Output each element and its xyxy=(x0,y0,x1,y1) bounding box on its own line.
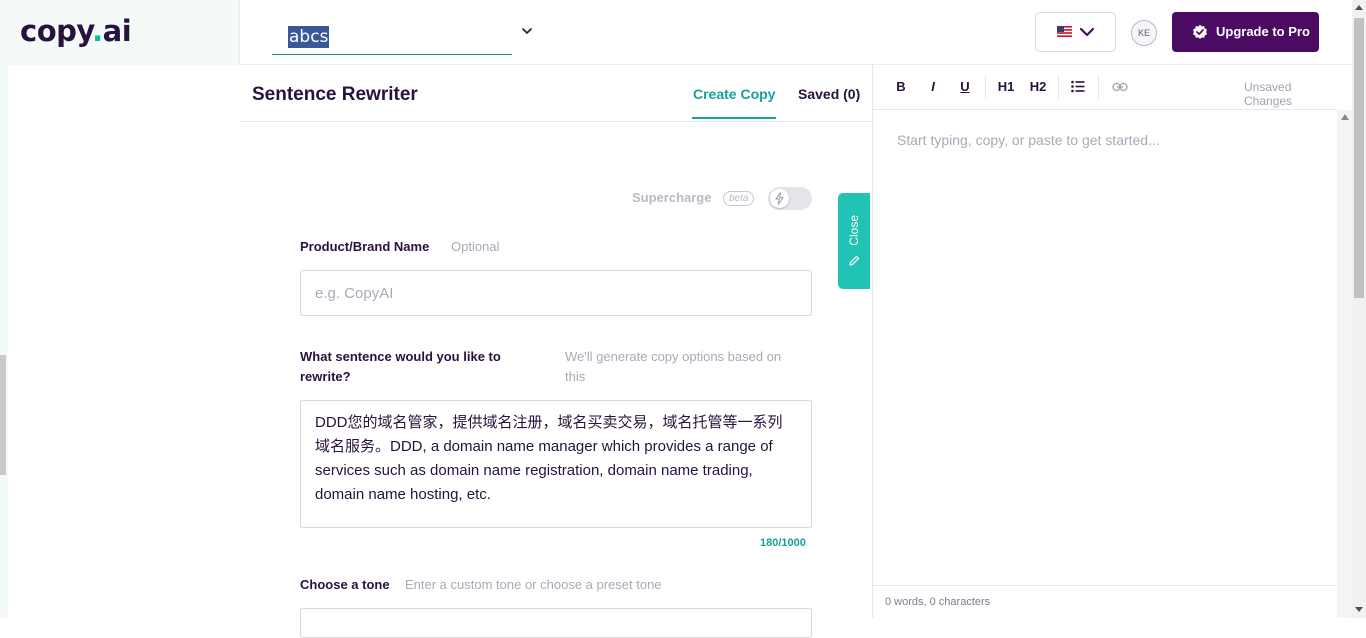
tab-saved[interactable]: Saved (0) xyxy=(798,86,860,102)
logo-dot: . xyxy=(92,14,103,48)
top-bar: copy.ai abcs KE Upgrade to Pro xyxy=(0,0,1352,65)
editor-scrollbar[interactable] xyxy=(1337,110,1353,618)
lightning-icon xyxy=(775,192,784,205)
sentence-label-line2: rewrite? xyxy=(300,369,351,384)
pencil-icon xyxy=(849,255,860,266)
scrollbar-thumb[interactable] xyxy=(1354,18,1364,298)
project-name-input[interactable]: abcs xyxy=(272,22,512,55)
heading2-button[interactable]: H2 xyxy=(1027,78,1049,96)
toolbar-divider xyxy=(985,75,986,99)
scroll-up-arrow[interactable] xyxy=(1355,5,1363,10)
bullet-list-icon[interactable] xyxy=(1071,80,1085,93)
tone-label: Choose a tone xyxy=(300,577,390,592)
upgrade-to-pro-button[interactable]: Upgrade to Pro xyxy=(1172,12,1319,52)
project-name-text[interactable]: abcs xyxy=(288,26,330,48)
left-scrollbar[interactable] xyxy=(0,355,6,475)
logo-text: copy xyxy=(20,14,93,48)
editor-content[interactable]: Start typing, copy, or paste to get star… xyxy=(897,132,1160,148)
tone-hint: Enter a custom tone or choose a preset t… xyxy=(405,577,662,592)
close-panel-tab[interactable]: Close xyxy=(838,193,870,289)
page-title: Sentence Rewriter xyxy=(252,84,418,105)
editor-footer: 0 words, 0 characters xyxy=(873,585,1337,618)
brand-name-hint: Optional xyxy=(451,239,500,254)
scroll-down-arrow[interactable] xyxy=(1355,607,1363,612)
editor-panel: B I U H1 H2 Unsaved Changes Start typing… xyxy=(872,65,1353,618)
supercharge-label: Supercharge xyxy=(632,190,712,205)
beta-badge: beta xyxy=(723,191,755,206)
avatar[interactable]: KE xyxy=(1131,20,1157,46)
toolbar-divider xyxy=(1098,75,1099,99)
toggle-knob xyxy=(770,189,789,208)
italic-button[interactable]: I xyxy=(925,78,941,96)
us-flag-icon xyxy=(1057,26,1072,37)
bold-button[interactable]: B xyxy=(893,78,909,96)
toolbar-divider xyxy=(1058,75,1059,99)
close-label: Close xyxy=(847,215,861,246)
page-scrollbar[interactable] xyxy=(1352,0,1366,618)
brand-name-label: Product/Brand Name xyxy=(300,239,430,254)
word-count: 0 words, 0 characters xyxy=(885,596,991,608)
tool-header: Sentence Rewriter Create Copy Saved (0) xyxy=(240,65,872,122)
verified-badge-icon xyxy=(1193,24,1207,39)
logo-area: copy.ai xyxy=(0,0,240,65)
character-count: 180/1000 xyxy=(760,537,806,549)
scroll-up-arrow[interactable] xyxy=(1341,114,1349,120)
sentence-textarea[interactable]: DDD您的域名管家，提供域名注册，域名买卖交易，域名托管等一系列域名服务。DDD… xyxy=(300,400,812,528)
tone-input[interactable] xyxy=(300,608,812,638)
link-icon[interactable] xyxy=(1112,82,1128,92)
logo-suffix: ai xyxy=(102,14,132,48)
editor-toolbar: B I U H1 H2 Unsaved Changes xyxy=(873,65,1337,110)
chevron-down-icon xyxy=(1079,27,1095,37)
chevron-down-icon[interactable] xyxy=(520,24,534,38)
sentence-hint-line2: this xyxy=(565,369,586,384)
sentence-label-line1: What sentence would you like to xyxy=(300,349,501,364)
copyai-logo[interactable]: copy.ai xyxy=(20,14,132,48)
unsaved-changes-status: Unsaved Changes xyxy=(1244,80,1293,108)
tab-create-copy[interactable]: Create Copy xyxy=(692,86,777,119)
sentence-hint-line1: We'll generate copy options based on xyxy=(565,349,782,364)
underline-button[interactable]: U xyxy=(957,78,973,96)
left-sidebar-edge xyxy=(0,65,8,618)
supercharge-toggle[interactable] xyxy=(768,187,812,210)
brand-name-input[interactable] xyxy=(300,270,812,316)
upgrade-label: Upgrade to Pro xyxy=(1216,24,1310,39)
language-selector[interactable] xyxy=(1035,12,1116,52)
heading1-button[interactable]: H1 xyxy=(995,78,1017,96)
